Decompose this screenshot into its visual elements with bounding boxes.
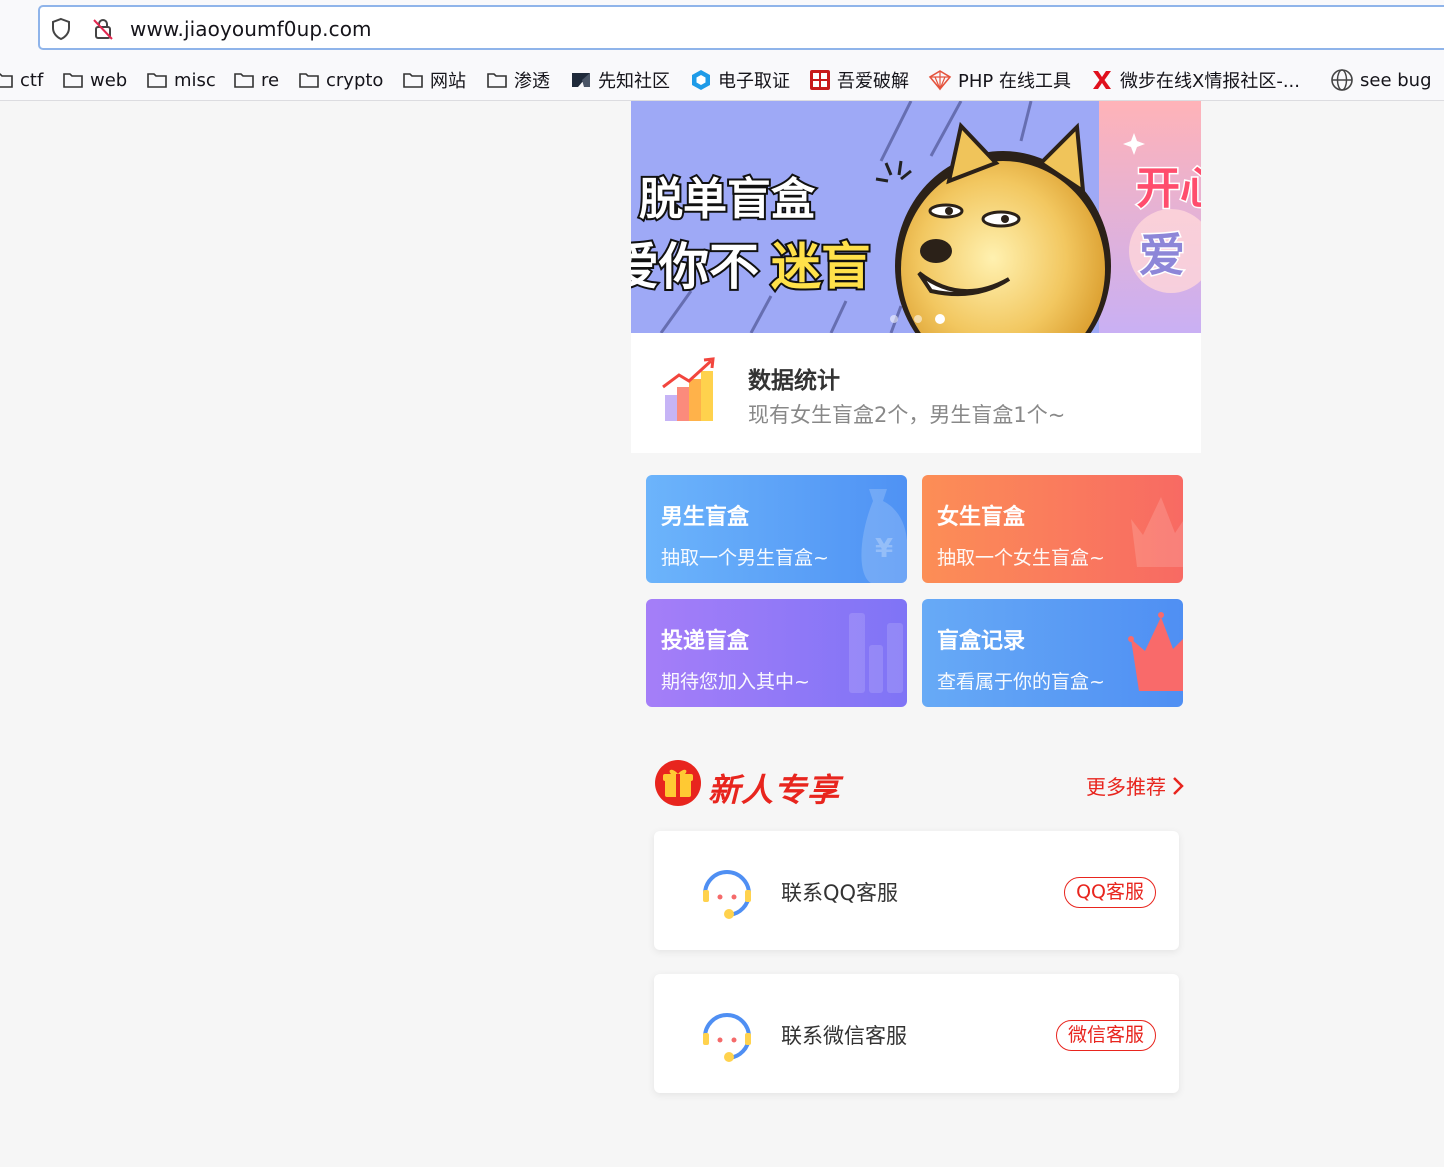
bookmarks-bar: ctf web misc re crypto 网站 渗透 先知社区 电子取证 吾…: [0, 62, 1444, 96]
bookmark-websites[interactable]: 网站: [402, 66, 466, 94]
qq-service-button[interactable]: QQ客服: [1064, 877, 1156, 908]
stats-subtitle: 现有女生盲盒2个，男生盲盒1个~: [748, 403, 1066, 427]
wechat-service-label: 联系微信客服: [781, 1024, 907, 1048]
crown-icon: [1128, 612, 1183, 691]
folder-icon: [234, 73, 254, 88]
folder-icon: [299, 73, 319, 88]
folder-icon: [0, 73, 13, 88]
folder-icon: [403, 73, 423, 88]
bookmark-ctf[interactable]: ctf: [0, 66, 43, 94]
record-card-title: 盲盒记录: [937, 629, 1026, 654]
bookmark-web[interactable]: web: [62, 66, 127, 94]
bookmark-forensics[interactable]: 电子取证: [690, 66, 790, 94]
bookmark-threatbook[interactable]: 微步在线X情报社区-...: [1090, 66, 1300, 94]
folder-icon: [487, 73, 507, 88]
male-blind-box-card[interactable]: ¥ 男生盲盒 抽取一个男生盲盒~: [646, 475, 907, 583]
female-card-subtitle: 抽取一个女生盲盒~: [937, 547, 1105, 569]
bookmark-crypto[interactable]: crypto: [298, 66, 383, 94]
qq-service-label: 联系QQ客服: [781, 881, 899, 905]
customer-service-icon: [703, 870, 751, 919]
data-stats-panel: 数据统计 现有女生盲盒2个，男生盲盒1个~: [631, 333, 1201, 453]
php-tool-icon: [928, 70, 952, 91]
female-card-title: 女生盲盒: [937, 505, 1026, 530]
browser-chrome: www.jiaoyoumf0up.com ctf web misc re cry…: [0, 0, 1444, 101]
bookmark-misc[interactable]: misc: [146, 66, 216, 94]
post-card-title: 投递盲盒: [661, 629, 750, 654]
xianzhi-icon: [572, 73, 590, 87]
globe-icon: [1331, 69, 1353, 91]
newcomer-title: 新人专享: [708, 771, 841, 809]
banner-carousel[interactable]: 脱单盲盒 爱你不 迷盲 开心 爱: [631, 101, 1201, 333]
money-bag-icon: ¥: [861, 489, 907, 583]
url-text[interactable]: www.jiaoyoumf0up.com: [130, 17, 372, 41]
wechat-service-card[interactable]: 联系微信客服 微信客服: [654, 974, 1179, 1093]
svg-text:¥: ¥: [875, 534, 893, 564]
chevron-right-icon: [1173, 776, 1184, 795]
stats-title: 数据统计: [748, 368, 840, 394]
post-blind-box-card[interactable]: 投递盲盒 期待您加入其中~: [646, 599, 907, 707]
folder-icon: [63, 73, 83, 88]
banner-side-text-b: 爱: [1139, 228, 1185, 282]
male-card-title: 男生盲盒: [661, 505, 750, 530]
banner-side-text-a: 开心: [1136, 163, 1201, 214]
newcomer-section-header: 新人专享 更多推荐: [654, 759, 1184, 811]
post-card-subtitle: 期待您加入其中~: [661, 671, 810, 693]
shield-icon[interactable]: [50, 17, 72, 41]
bookmark-re[interactable]: re: [233, 66, 279, 94]
bookmark-xianzhi[interactable]: 先知社区: [570, 66, 670, 94]
insecure-lock-icon[interactable]: [92, 17, 114, 41]
bookmark-php-tools[interactable]: PHP 在线工具: [928, 66, 1071, 94]
bar-chart-icon: [662, 357, 715, 421]
more-recommend-link[interactable]: 更多推荐: [1086, 771, 1184, 800]
record-card-subtitle: 查看属于你的盲盒~: [937, 671, 1105, 693]
folder-icon: [147, 73, 167, 88]
wechat-service-button[interactable]: 微信客服: [1055, 1020, 1156, 1051]
bar-chart-icon: [849, 613, 903, 693]
banner-subline-a: 爱你不: [631, 238, 759, 296]
banner-subline-b: 迷盲: [771, 238, 871, 296]
male-card-subtitle: 抽取一个男生盲盒~: [661, 547, 829, 569]
52pojie-icon: [810, 70, 830, 90]
crown-icon: [1131, 497, 1183, 567]
qq-service-card[interactable]: 联系QQ客服 QQ客服: [654, 831, 1179, 950]
customer-service-icon: [703, 1013, 751, 1062]
threatbook-icon: [1093, 71, 1111, 89]
female-blind-box-card[interactable]: 女生盲盒 抽取一个女生盲盒~: [922, 475, 1183, 583]
bookmark-52pojie[interactable]: 吾爱破解: [809, 66, 909, 94]
banner-image: 脱单盲盒 爱你不 迷盲 开心 爱: [631, 101, 1201, 333]
gift-icon: [655, 760, 701, 806]
bookmark-pentest[interactable]: 渗透: [486, 66, 550, 94]
banner-headline: 脱单盲盒: [639, 174, 816, 225]
bookmark-seebug[interactable]: see bug: [1330, 66, 1432, 94]
address-bar[interactable]: www.jiaoyoumf0up.com: [38, 5, 1444, 50]
blind-box-record-card[interactable]: 盲盒记录 查看属于你的盲盒~: [922, 599, 1183, 707]
forensics-icon: [692, 70, 710, 90]
